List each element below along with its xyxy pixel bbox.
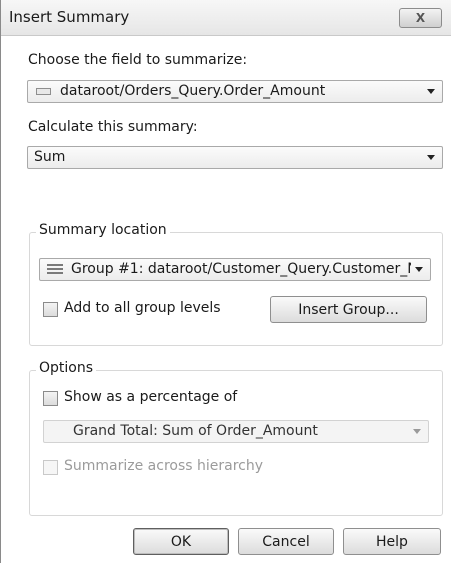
summary-location-group xyxy=(29,232,443,346)
percentage-of-select[interactable]: Grand Total: Sum of Order_Amount xyxy=(43,420,429,443)
options-legend: Options xyxy=(36,360,97,376)
dialog-title: Insert Summary xyxy=(9,8,130,26)
show-percentage-checkbox[interactable] xyxy=(43,391,58,406)
group-icon xyxy=(47,263,63,276)
summarize-hierarchy-checkbox[interactable] xyxy=(43,460,58,475)
summary-select-value: Sum xyxy=(34,149,66,165)
cancel-button[interactable]: Cancel xyxy=(238,528,334,555)
ok-button[interactable]: OK xyxy=(133,528,229,555)
summary-select[interactable]: Sum xyxy=(27,146,443,169)
help-button[interactable]: Help xyxy=(343,528,441,555)
summary-location-value: Group #1: dataroot/Customer_Query.Custom… xyxy=(71,261,411,277)
field-label: Choose the field to summarize: xyxy=(28,52,248,68)
field-select[interactable]: dataroot/Orders_Query.Order_Amount xyxy=(27,80,443,103)
summary-location-select[interactable]: Group #1: dataroot/Customer_Query.Custom… xyxy=(39,258,431,281)
chevron-down-icon xyxy=(413,429,421,434)
title-bar[interactable]: Insert Summary X xyxy=(1,0,451,36)
summary-label: Calculate this summary: xyxy=(28,119,198,135)
insert-group-button[interactable]: Insert Group... xyxy=(270,296,427,323)
database-field-icon xyxy=(36,88,51,95)
close-button[interactable]: X xyxy=(399,8,442,28)
chevron-down-icon xyxy=(427,155,435,160)
field-select-value: dataroot/Orders_Query.Order_Amount xyxy=(60,83,326,99)
insert-summary-dialog: Insert Summary X Choose the field to sum… xyxy=(0,0,451,563)
percentage-of-value: Grand Total: Sum of Order_Amount xyxy=(73,423,318,439)
add-all-group-levels-checkbox[interactable] xyxy=(43,302,58,317)
chevron-down-icon xyxy=(427,89,435,94)
close-icon: X xyxy=(415,11,426,25)
add-all-group-levels-label[interactable]: Add to all group levels xyxy=(64,300,221,316)
chevron-down-icon xyxy=(415,267,423,272)
summary-location-legend: Summary location xyxy=(36,222,170,238)
show-percentage-label[interactable]: Show as a percentage of xyxy=(64,389,237,405)
summarize-hierarchy-label[interactable]: Summarize across hierarchy xyxy=(64,458,263,474)
